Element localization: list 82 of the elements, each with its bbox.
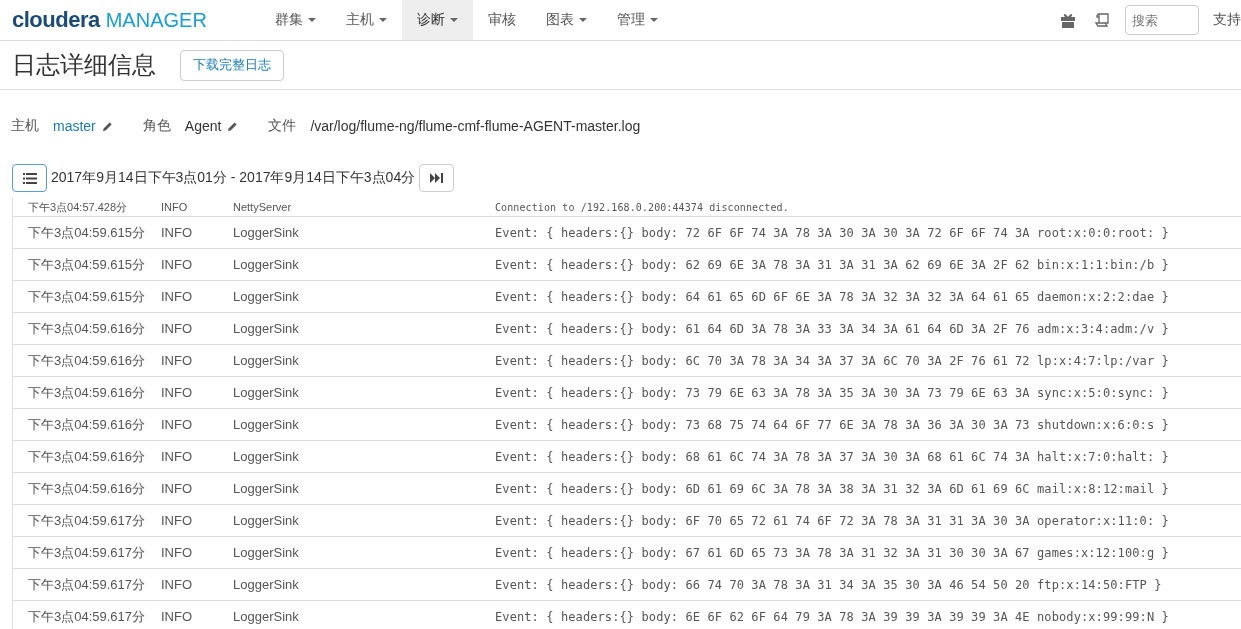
log-time: 下午3点04:57.428分 — [27, 199, 129, 215]
pencil-icon[interactable] — [101, 120, 113, 132]
log-source: LoggerSink — [233, 321, 300, 336]
log-message: Event: { headers:{} body: 66 74 70 3A 78 3A 31 34 3A 35 30 3A 46 54 50 20 ftp:x:14:50:FTP } — [495, 577, 1162, 592]
log-level: INFO — [161, 257, 194, 272]
log-source: LoggerSink — [233, 289, 300, 304]
log-message: Connection to /192.168.0.200:44374 disconnected. — [495, 201, 789, 213]
time-range: 2017年9月14日下午3点01分 - 2017年9月14日下午3点04分 — [51, 169, 416, 187]
log-source: LoggerSink — [233, 481, 300, 496]
scroll-icon[interactable] — [1095, 12, 1111, 28]
log-source: NettyServer — [233, 201, 293, 213]
log-time: 下午3点04:59.617分 — [27, 607, 147, 626]
nav-menu-item[interactable]: 诊断 — [402, 0, 473, 40]
log-time: 下午3点04:59.617分 — [27, 543, 147, 562]
log-time: 下午3点04:59.615分 — [27, 287, 147, 306]
log-source: LoggerSink — [233, 417, 300, 432]
log-message: Event: { headers:{} body: 6E 6F 62 6F 64 79 3A 78 3A 39 39 3A 39 39 3A 4E nobody:x:99:99:N } — [495, 609, 1169, 624]
log-message: Event: { headers:{} body: 6C 70 3A 78 3A 34 3A 37 3A 6C 70 3A 2F 76 61 72 lp:x:4:7:lp:/var } — [495, 353, 1169, 368]
log-level: INFO — [161, 417, 194, 432]
log-time: 下午3点04:59.617分 — [27, 575, 147, 594]
detail-label: 主机 — [11, 117, 39, 135]
skip-to-end-icon — [429, 173, 444, 183]
log-time: 下午3点04:59.616分 — [27, 447, 147, 466]
log-level: INFO — [161, 481, 194, 496]
log-source: LoggerSink — [233, 225, 300, 240]
log-level: INFO — [161, 321, 194, 336]
log-level: INFO — [161, 353, 194, 368]
log-message: Event: { headers:{} body: 6D 61 69 6C 3A 78 3A 38 3A 31 32 3A 6D 61 69 6C mail:x:8:12:mail } — [495, 481, 1169, 496]
support-menu[interactable]: 支持 — [1213, 11, 1241, 29]
log-source: LoggerSink — [233, 577, 300, 592]
log-level: INFO — [161, 609, 194, 624]
log-time: 下午3点04:59.615分 — [27, 255, 147, 274]
log-message: Event: { headers:{} body: 6F 70 65 72 61 74 6F 72 3A 78 3A 31 31 3A 30 3A operator:x:11:0: } — [495, 513, 1169, 528]
log-message: Event: { headers:{} body: 64 61 65 6D 6F 6E 3A 78 3A 32 3A 32 3A 64 61 65 daemon:x:2:2:dae } — [495, 289, 1169, 304]
log-time: 下午3点04:59.616分 — [27, 383, 147, 402]
log-source: LoggerSink — [233, 353, 300, 368]
log-message: Event: { headers:{} body: 73 68 75 74 64 6F 77 6E 3A 78 3A 36 3A 30 3A 73 shutdown:x:6:0:s } — [495, 417, 1169, 432]
nav-menu-item[interactable]: 管理 — [602, 0, 673, 40]
logo[interactable]: cloudera MANAGER — [0, 7, 260, 33]
log-source: LoggerSink — [233, 545, 300, 560]
detail-label: 文件 — [268, 117, 297, 135]
log-level: INFO — [161, 545, 194, 560]
log-time: 下午3点04:59.616分 — [27, 479, 147, 498]
log-level: INFO — [161, 577, 194, 592]
nav-menu-item[interactable]: 主机 — [331, 0, 402, 40]
gift-icon[interactable] — [1061, 12, 1075, 28]
log-level: INFO — [161, 289, 194, 304]
log-message: Event: { headers:{} body: 68 61 6C 74 3A 78 3A 37 3A 30 3A 68 61 6C 74 3A halt:x:7:0:halt: } — [495, 449, 1169, 464]
log-source: LoggerSink — [233, 513, 300, 528]
log-time: 下午3点04:59.616分 — [27, 319, 147, 338]
page-title: 日志详细信息 — [12, 50, 156, 80]
skip-to-end-button[interactable] — [419, 164, 455, 192]
log-message: Event: { headers:{} body: 61 64 6D 3A 78 3A 33 3A 34 3A 61 64 6D 3A 2F 76 adm:x:3:4:adm:/v } — [495, 321, 1169, 336]
download-button[interactable]: 下载完整日志 — [180, 49, 284, 81]
nav-menu-item[interactable]: 群集 — [260, 0, 331, 40]
detail-label: 角色 — [142, 117, 171, 135]
log-source: LoggerSink — [233, 257, 300, 272]
nav-menu-item[interactable]: 图表 — [531, 0, 602, 40]
log-message: Event: { headers:{} body: 72 6F 6F 74 3A 78 3A 30 3A 30 3A 72 6F 6F 74 3A root:x:0:0:root: } — [495, 225, 1169, 240]
log-level: INFO — [161, 385, 194, 400]
log-message: Event: { headers:{} body: 67 61 6D 65 73 3A 78 3A 31 32 3A 31 30 30 3A 67 games:x:12:100:g } — [495, 545, 1169, 560]
nav-menu-item[interactable]: 审核 — [473, 0, 531, 40]
log-source: LoggerSink — [233, 385, 300, 400]
list-icon — [22, 172, 37, 184]
log-message: Event: { headers:{} body: 73 79 6E 63 3A 78 3A 35 3A 30 3A 73 79 6E 63 3A sync:x:5:0:sync: } — [495, 385, 1169, 400]
log-level: INFO — [161, 225, 194, 240]
log-level: INFO — [161, 449, 194, 464]
log-source: LoggerSink — [233, 609, 300, 624]
log-time: 下午3点04:59.616分 — [27, 351, 147, 370]
log-time: 下午3点04:59.615分 — [27, 223, 147, 242]
detail-value: Agent — [184, 118, 222, 134]
pencil-icon[interactable] — [227, 120, 239, 132]
log-message: Event: { headers:{} body: 62 69 6E 3A 78 3A 31 3A 31 3A 62 69 6E 3A 2F 62 bin:x:1:1:bin:/b } — [495, 257, 1169, 272]
list-button[interactable] — [12, 164, 47, 192]
log-time: 下午3点04:59.616分 — [27, 415, 147, 434]
log-time: 下午3点04:59.617分 — [27, 511, 147, 530]
search-field[interactable]: 搜索 — [1125, 5, 1199, 35]
log-source: LoggerSink — [233, 449, 300, 464]
log-level: INFO — [161, 201, 189, 213]
log-level: INFO — [161, 513, 194, 528]
host-link[interactable]: master — [53, 118, 96, 134]
detail-value: /var/log/flume-ng/flume-cmf-flume-AGENT-master.log — [310, 118, 641, 134]
